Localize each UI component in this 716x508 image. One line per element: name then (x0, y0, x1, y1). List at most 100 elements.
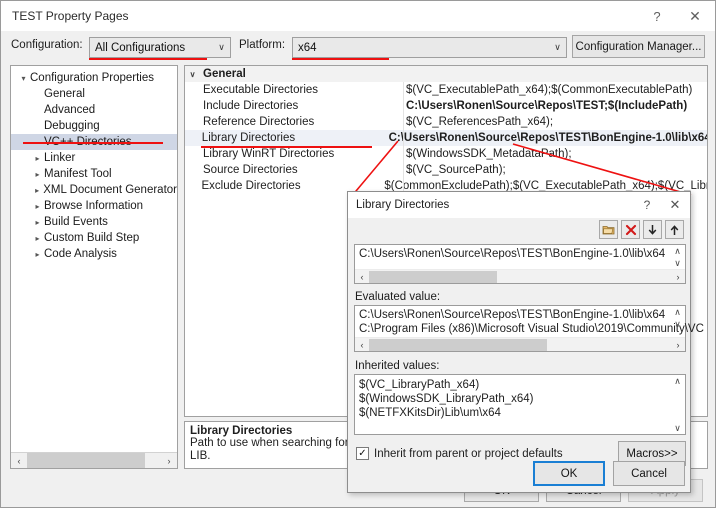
help-icon[interactable]: ? (634, 192, 660, 218)
move-up-icon[interactable] (665, 220, 684, 239)
edit-vertical-scrollbar[interactable]: ∧ ∨ (670, 245, 685, 270)
dialog-ok-button[interactable]: OK (533, 461, 605, 486)
window-titlebar: TEST Property Pages ? ✕ (1, 1, 715, 31)
tree-item-custom-build-step[interactable]: ▸ Custom Build Step (11, 230, 177, 246)
expander-closed-icon[interactable]: ▸ (31, 234, 44, 243)
grid-row[interactable]: Library WinRT Directories $(WindowsSDK_Me… (185, 146, 707, 162)
scroll-left-icon[interactable]: ‹ (355, 272, 369, 282)
scroll-left-icon[interactable]: ‹ (11, 456, 27, 466)
tree-item-configuration-properties[interactable]: ▾ Configuration Properties (11, 70, 177, 86)
expander-closed-icon[interactable]: ▸ (31, 250, 44, 259)
tree-item-general[interactable]: General (11, 86, 177, 102)
grid-group-label: General (203, 68, 246, 80)
scroll-right-icon[interactable]: › (161, 456, 177, 466)
scroll-down-icon[interactable]: ∨ (670, 318, 685, 330)
grid-row-value[interactable]: $(VC_ExecutablePath_x64);$(CommonExecuta… (404, 84, 692, 96)
grid-row-value[interactable]: C:\Users\Ronen\Source\Repos\TEST;$(Inclu… (404, 100, 687, 112)
scroll-up-icon[interactable]: ∧ (670, 306, 685, 318)
close-icon[interactable]: ✕ (675, 1, 715, 31)
grid-group-header[interactable]: ∨ General (185, 66, 707, 82)
dialog-cancel-button[interactable]: Cancel (613, 461, 685, 486)
inherited-values-lines: $(VC_LibraryPath_x64) $(WindowsSDK_Librar… (355, 375, 685, 420)
grid-row[interactable]: Executable Directories $(VC_ExecutablePat… (185, 82, 707, 98)
evaluated-value-box[interactable]: C:\Users\Ronen\Source\Repos\TEST\BonEngi… (354, 305, 704, 352)
configuration-tree[interactable]: ▾ Configuration Properties General Advanced… (10, 65, 178, 469)
grid-row[interactable]: Source Directories $(VC_SourcePath); (185, 162, 707, 178)
directories-edit-box[interactable]: C:\Users\Ronen\Source\Repos\TEST\BonEngi… (354, 244, 686, 284)
tree-horizontal-scrollbar[interactable]: ‹ › (11, 452, 177, 468)
expander-open-icon[interactable]: ▾ (17, 74, 30, 83)
tree-item-label: Linker (44, 152, 76, 164)
tree-item-linker[interactable]: ▸ Linker (11, 150, 177, 166)
move-down-icon[interactable] (643, 220, 662, 239)
platform-value: x64 (298, 41, 317, 54)
help-icon[interactable]: ? (639, 1, 675, 31)
evaluated-horizontal-scrollbar[interactable]: ‹ › (355, 337, 685, 351)
tree-scroll-thumb[interactable] (27, 452, 145, 468)
tree-item-code-analysis[interactable]: ▸ Code Analysis (11, 246, 177, 262)
tree-item-browse-information[interactable]: ▸ Browse Information (11, 198, 177, 214)
directory-entry-text[interactable]: C:\Users\Ronen\Source\Repos\TEST\BonEngi… (359, 248, 665, 260)
grid-row-list: Executable Directories $(VC_ExecutablePat… (185, 82, 707, 194)
edit-scroll-track[interactable] (369, 270, 671, 284)
grid-row-name: Include Directories (203, 100, 299, 112)
inherited-values-label: Inherited values: (355, 360, 440, 372)
evaluated-scroll-thumb[interactable] (369, 338, 547, 351)
platform-combobox[interactable]: x64 ∨ (292, 37, 567, 58)
tree-item-manifest-tool[interactable]: ▸ Manifest Tool (11, 166, 177, 182)
scroll-down-icon[interactable]: ∨ (670, 422, 685, 434)
grid-row[interactable]: Library Directories C:\Users\Ronen\Source… (185, 130, 707, 146)
dialog-title: Library Directories (356, 199, 450, 211)
grid-row[interactable]: Include Directories C:\Users\Ronen\Source… (185, 98, 707, 114)
underline-all-configurations (89, 58, 207, 60)
underline-platform-x64 (292, 58, 389, 60)
grid-row-value[interactable]: $(VC_ReferencesPath_x64); (404, 116, 553, 128)
tree-item-build-events[interactable]: ▸ Build Events (11, 214, 177, 230)
grid-row-value[interactable]: $(VC_SourcePath); (404, 164, 506, 176)
expander-closed-icon[interactable]: ▸ (31, 186, 43, 195)
scroll-right-icon[interactable]: › (671, 272, 685, 282)
checkbox-checked-icon[interactable]: ✓ (356, 447, 369, 460)
tree-item-label: Code Analysis (44, 248, 117, 260)
library-directories-dialog: Library Directories ? ✕ C:\Users\Ronen\S… (347, 191, 704, 493)
scroll-right-icon[interactable]: › (671, 340, 685, 350)
tree-item-label: General (44, 88, 85, 100)
configuration-manager-button[interactable]: Configuration Manager... (572, 35, 705, 58)
delete-icon[interactable] (621, 220, 640, 239)
tree-item-debugging[interactable]: Debugging (11, 118, 177, 134)
grid-row-value[interactable]: $(WindowsSDK_MetadataPath); (404, 148, 572, 160)
grid-row-name: Library Directories (201, 132, 296, 144)
evaluated-value-line: C:\Users\Ronen\Source\Repos\TEST\BonEngi… (359, 309, 666, 321)
expander-closed-icon[interactable]: ▸ (31, 202, 44, 211)
scroll-up-icon[interactable]: ∧ (670, 245, 685, 257)
close-icon[interactable]: ✕ (660, 192, 690, 218)
scroll-up-icon[interactable]: ∧ (670, 375, 685, 387)
edit-scroll-thumb[interactable] (369, 270, 497, 283)
scroll-left-icon[interactable]: ‹ (355, 340, 369, 350)
expander-closed-icon[interactable]: ▸ (31, 218, 44, 227)
chevron-down-icon[interactable]: ∨ (185, 70, 200, 79)
edit-horizontal-scrollbar[interactable]: ‹ › (355, 269, 685, 283)
tree-item-xml-document-generator[interactable]: ▸ XML Document Generator (11, 182, 177, 198)
configuration-combobox[interactable]: All Configurations ∨ (89, 37, 231, 58)
inherited-values-box[interactable]: $(VC_LibraryPath_x64) $(WindowsSDK_Librar… (354, 374, 686, 435)
expander-closed-icon[interactable]: ▸ (31, 154, 44, 163)
platform-label: Platform: (239, 39, 286, 51)
grid-row-value[interactable]: C:\Users\Ronen\Source\Repos\TEST\BonEngi… (387, 132, 707, 144)
tree-scroll-track[interactable] (27, 452, 161, 468)
grid-row[interactable]: Reference Directories $(VC_ReferencesPath… (185, 114, 707, 130)
scroll-down-icon[interactable]: ∨ (670, 257, 685, 269)
tree-item-label: Manifest Tool (44, 168, 112, 180)
inherit-defaults-checkbox-row[interactable]: ✓ Inherit from parent or project default… (356, 447, 563, 460)
tree-item-advanced[interactable]: Advanced (11, 102, 177, 118)
tree-node-list: ▾ Configuration Properties General Advanced… (11, 66, 177, 262)
tree-item-label: Debugging (44, 120, 100, 132)
expander-closed-icon[interactable]: ▸ (31, 170, 44, 179)
evaluated-scroll-track[interactable] (369, 338, 671, 352)
new-folder-icon[interactable] (599, 220, 618, 239)
inherited-vertical-scrollbar[interactable]: ∧ ∨ (670, 375, 685, 434)
chevron-down-icon: ∨ (218, 42, 225, 52)
underline-library-directories-row (201, 146, 372, 148)
grid-row-name: Library WinRT Directories (203, 148, 335, 160)
evaluated-value-lines: C:\Users\Ronen\Source\Repos\TEST\BonEngi… (355, 306, 704, 336)
